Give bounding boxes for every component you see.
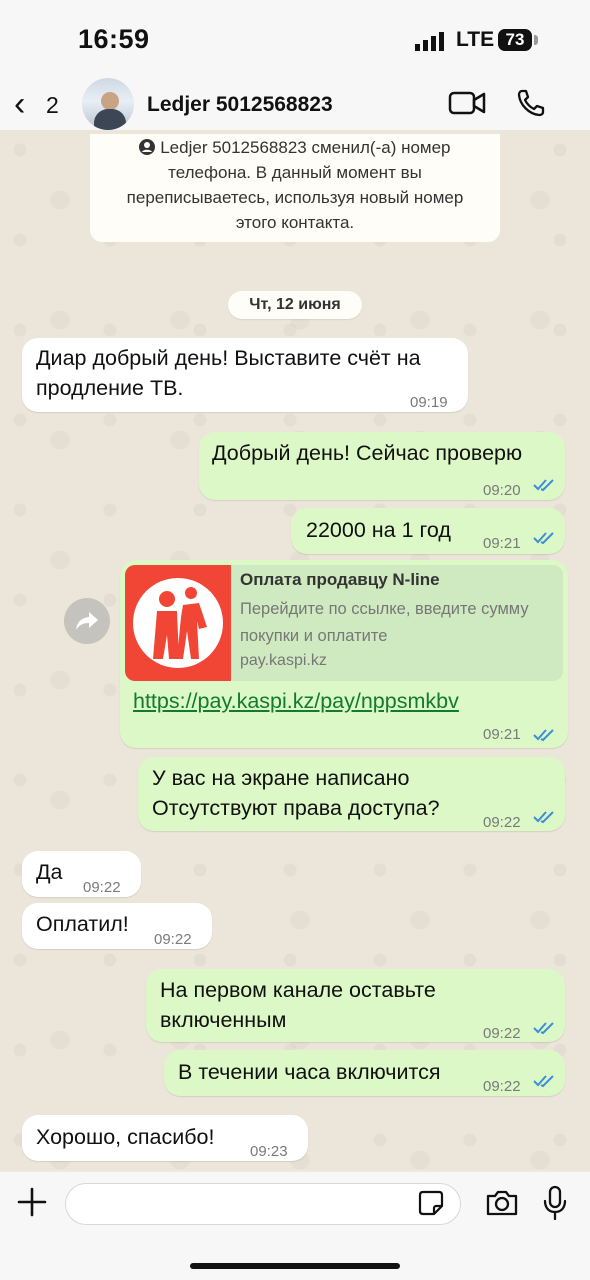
unread-count[interactable]: 2: [46, 92, 59, 119]
message-time: 09:22: [483, 1078, 521, 1095]
message-time: 09:23: [250, 1143, 288, 1160]
date-separator: Чт, 12 июня: [228, 291, 362, 319]
message-line: У вас на экране написано: [152, 766, 410, 790]
plus-icon[interactable]: [16, 1186, 48, 1218]
message-time: 09:21: [483, 535, 521, 552]
network-label: LTE: [456, 28, 495, 51]
sticker-icon[interactable]: [418, 1190, 444, 1216]
forward-button[interactable]: [64, 598, 110, 644]
home-indicator: [190, 1263, 400, 1269]
message-text: Диар добрый день! Выставите счёт на прод…: [36, 343, 421, 403]
message-bubble-outgoing[interactable]: На первом канале оставьте включенным 09:…: [146, 969, 565, 1042]
message-time: 09:22: [483, 1025, 521, 1042]
message-bubble-incoming[interactable]: Да 09:22: [22, 851, 141, 897]
message-text: Да: [36, 860, 63, 884]
message-time: 09:22: [154, 931, 192, 948]
number-change-notice: Ledjer 5012568823 сменил(-а) номер телеф…: [90, 134, 500, 242]
message-line: Отсутствуют права доступа?: [152, 796, 440, 820]
message-bubble-outgoing[interactable]: В течении часа включится 09:22: [164, 1050, 565, 1096]
message-text: Добрый день! Сейчас проверю: [212, 441, 523, 465]
read-check-icon: [533, 479, 554, 492]
contact-icon: [139, 139, 156, 155]
back-chevron-icon[interactable]: ‹: [14, 84, 25, 124]
message-time: 09:22: [483, 814, 521, 831]
link-preview-domain: pay.kaspi.kz: [240, 652, 327, 669]
mic-icon[interactable]: [542, 1185, 568, 1221]
message-input[interactable]: [65, 1183, 461, 1225]
message-text: У вас на экране написано Отсутствуют пра…: [152, 763, 440, 823]
signal-icon: [415, 32, 444, 51]
link-preview-card[interactable]: Оплата продавцу N-line Перейдите по ссыл…: [125, 565, 563, 681]
read-check-icon: [533, 811, 554, 824]
message-time: 09:20: [483, 482, 521, 499]
forward-icon: [76, 612, 98, 630]
read-check-icon: [533, 1075, 554, 1088]
message-bubble-incoming[interactable]: Хорошо, спасибо! 09:23: [22, 1115, 308, 1161]
avatar[interactable]: [82, 78, 134, 130]
message-time: 09:21: [483, 726, 521, 743]
link-preview-description: Перейдите по ссылке, введите сумму покуп…: [240, 600, 529, 645]
video-call-icon[interactable]: [448, 90, 486, 116]
message-time: 09:19: [410, 394, 448, 411]
message-line: Диар добрый день! Выставите счёт на: [36, 346, 421, 370]
notice-text: Ledjer 5012568823 сменил(-а) номер телеф…: [126, 138, 464, 232]
read-check-icon: [533, 729, 554, 742]
read-check-icon: [533, 1022, 554, 1035]
payment-link[interactable]: https://pay.kaspi.kz/pay/nppsmkbv: [133, 689, 459, 714]
contact-name[interactable]: Ledjer 5012568823: [147, 93, 333, 117]
phone-icon[interactable]: [516, 88, 546, 118]
camera-icon[interactable]: [485, 1189, 519, 1217]
battery-nub: [534, 35, 538, 45]
read-check-icon: [533, 532, 554, 545]
message-line: продление ТВ.: [36, 376, 184, 400]
message-bubble-outgoing[interactable]: У вас на экране написано Отсутствуют пра…: [138, 757, 565, 831]
message-text: Оплатил!: [36, 912, 129, 936]
message-time: 09:22: [83, 879, 121, 896]
battery-icon: 73: [498, 29, 532, 51]
message-bubble-outgoing[interactable]: Добрый день! Сейчас проверю 09:20: [199, 432, 565, 500]
message-bubble-outgoing[interactable]: 22000 на 1 год 09:21: [291, 508, 565, 554]
link-preview-title: Оплата продавцу N-line: [240, 570, 440, 589]
message-text: 22000 на 1 год: [306, 518, 451, 542]
message-text: На первом канале оставьте включенным: [160, 975, 436, 1035]
status-time: 16:59: [78, 24, 150, 54]
message-bubble-incoming[interactable]: Оплатил! 09:22: [22, 903, 212, 949]
kaspi-logo-icon: [153, 587, 207, 659]
message-bubble-incoming[interactable]: Диар добрый день! Выставите счёт на прод…: [22, 338, 468, 412]
chat-header: ‹ 2 Ledjer 5012568823: [0, 78, 590, 134]
link-preview-image: [125, 565, 231, 681]
message-line: На первом канале оставьте: [160, 978, 436, 1002]
message-text: В течении часа включится: [178, 1060, 441, 1084]
message-line: включенным: [160, 1008, 287, 1032]
status-bar: 16:59 LTE 73: [0, 0, 590, 78]
message-text: Хорошо, спасибо!: [36, 1125, 215, 1149]
